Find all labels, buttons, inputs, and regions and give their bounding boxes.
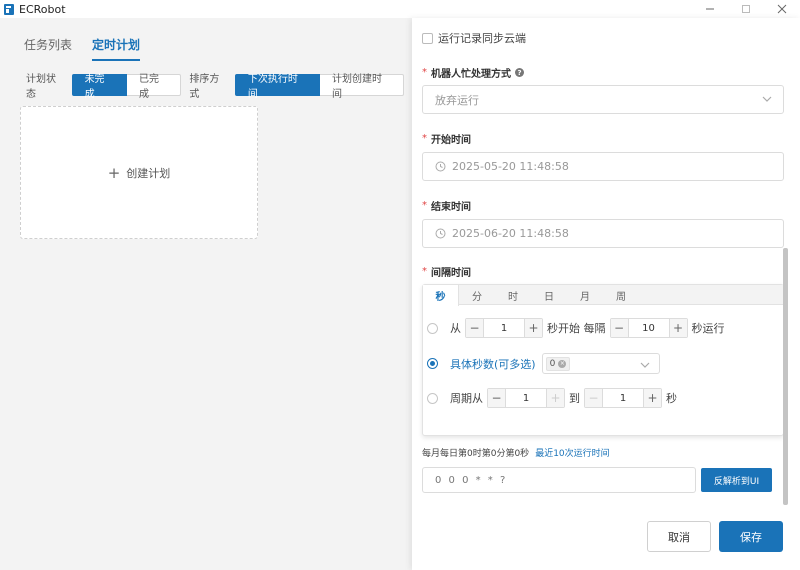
busy-mode-select[interactable]: 放弃运行 — [422, 85, 784, 114]
maximize-icon[interactable] — [728, 0, 764, 18]
plus-icon: + — [107, 163, 121, 182]
minus-icon[interactable]: − — [610, 319, 629, 337]
cycle-radio[interactable] — [427, 392, 438, 404]
tab-minute[interactable]: 分 — [459, 285, 495, 305]
required-mark: * — [422, 67, 427, 78]
cycle-to-value[interactable]: 1 — [603, 389, 643, 407]
app-title: ECRobot — [19, 2, 66, 16]
plus-icon[interactable]: + — [546, 389, 564, 407]
sort-next-run-button[interactable]: 下次执行时间 — [234, 74, 320, 100]
cycle-from-stepper: − 1 + — [487, 388, 565, 408]
minus-icon[interactable]: − — [488, 389, 506, 407]
interval-panel: 秒 分 时 日 月 周 从 − 1 + 秒开始 每隔 − 10 + 秒运行 具体… — [422, 284, 784, 436]
recent-runs-link[interactable]: 最近10次运行时间 — [535, 446, 609, 459]
clock-icon — [435, 161, 446, 172]
create-plan-label: 创建计划 — [126, 166, 171, 180]
tab-task-list[interactable]: 任务列表 — [24, 36, 72, 61]
end-time-label: 结束时间 — [431, 202, 471, 213]
cycle-to-stepper: − 1 + — [584, 388, 662, 408]
title-bar: ECRobot — [0, 0, 800, 18]
tab-second[interactable]: 秒 — [423, 285, 459, 306]
cycle-option: 周期从 − 1 + 到 − 1 + 秒 — [427, 388, 677, 408]
from-mid-label: 秒开始 每隔 — [547, 322, 606, 335]
plus-icon[interactable]: + — [668, 319, 687, 337]
selected-tag: 0 × — [545, 356, 571, 371]
window-controls — [692, 0, 800, 18]
sync-cloud-row[interactable]: 运行记录同步云端 — [422, 30, 526, 46]
start-time-label: 开始时间 — [431, 135, 471, 146]
status-complete-button[interactable]: 已完成 — [126, 74, 182, 100]
required-mark: * — [422, 200, 427, 211]
status-incomplete-button[interactable]: 未完成 — [71, 74, 127, 100]
cycle-from-value[interactable]: 1 — [506, 389, 546, 407]
plan-editor-drawer: 运行记录同步云端 * 机器人忙处理方式 ? 放弃运行 * 开始时间 2025-0… — [412, 18, 800, 570]
from-label: 从 — [450, 322, 461, 335]
busy-mode-label-row: * 机器人忙处理方式 ? — [422, 65, 524, 80]
plus-icon[interactable]: + — [643, 389, 661, 407]
start-time-value: 2025-05-20 11:48:58 — [452, 160, 569, 173]
every-value[interactable]: 10 — [629, 319, 669, 337]
start-time-picker[interactable]: 2025-05-20 11:48:58 — [422, 152, 784, 181]
tab-hour[interactable]: 时 — [495, 285, 531, 305]
specific-seconds-option: 具体秒数(可多选) 0 × — [427, 353, 660, 374]
every-stepper: − 10 + — [609, 318, 688, 338]
busy-mode-value: 放弃运行 — [435, 93, 479, 107]
from-start-stepper: − 1 + — [465, 318, 543, 338]
cycle-from-label: 周期从 — [450, 392, 483, 405]
busy-mode-label: 机器人忙处理方式 — [431, 69, 511, 80]
close-icon[interactable] — [764, 0, 800, 18]
clock-icon — [435, 228, 446, 239]
sync-cloud-checkbox[interactable] — [422, 32, 433, 44]
sort-filter-label: 排序方式 — [189, 74, 220, 100]
tab-month[interactable]: 月 — [567, 285, 603, 305]
cron-expression-input[interactable]: 0 0 0 * * ? — [422, 467, 696, 493]
ecrobot-logo-icon — [4, 3, 14, 15]
filter-bar: 计划状态 未完成 已完成 排序方式 下次执行时间 计划创建时间 — [26, 70, 412, 100]
cycle-to-label: 到 — [569, 392, 580, 405]
minus-icon[interactable]: − — [466, 319, 484, 337]
left-pane: 任务列表 定时计划 计划状态 未完成 已完成 排序方式 下次执行时间 计划创建时… — [0, 18, 412, 570]
scrollbar[interactable] — [783, 248, 788, 505]
from-every-radio[interactable] — [427, 322, 438, 334]
end-time-label-row: * 结束时间 — [422, 198, 471, 213]
sort-created-button[interactable]: 计划创建时间 — [319, 74, 404, 100]
interval-tabs: 秒 分 时 日 月 周 — [423, 285, 783, 306]
required-mark: * — [422, 133, 427, 144]
create-plan-card[interactable]: + 创建计划 — [20, 106, 258, 239]
tab-day[interactable]: 日 — [531, 285, 567, 305]
cron-description: 每月每日第0时第0分第0秒 — [422, 449, 530, 459]
tab-week[interactable]: 周 — [603, 285, 639, 305]
cancel-button[interactable]: 取消 — [647, 521, 711, 552]
required-mark: * — [422, 266, 427, 277]
question-icon[interactable]: ? — [515, 68, 524, 77]
save-button[interactable]: 保存 — [719, 521, 783, 552]
tag-label: 0 — [549, 358, 556, 369]
sync-cloud-label: 运行记录同步云端 — [438, 32, 526, 45]
end-time-value: 2025-06-20 11:48:58 — [452, 227, 569, 240]
from-every-option: 从 − 1 + 秒开始 每隔 − 10 + 秒运行 — [427, 318, 725, 338]
minimize-icon[interactable] — [692, 0, 728, 18]
status-filter: 未完成 已完成 — [71, 74, 182, 100]
every-suffix-label: 秒运行 — [691, 322, 725, 335]
specific-seconds-select[interactable]: 0 × — [541, 353, 660, 374]
specific-seconds-label: 具体秒数(可多选) — [450, 357, 536, 371]
interval-label-row: * 间隔时间 — [422, 264, 471, 279]
cycle-suffix-label: 秒 — [666, 392, 677, 405]
chevron-down-icon — [640, 362, 650, 368]
specific-seconds-radio[interactable] — [427, 358, 438, 369]
minus-icon[interactable]: − — [585, 389, 603, 407]
from-start-value[interactable]: 1 — [484, 319, 524, 337]
parse-to-ui-button[interactable]: 反解析到UI — [701, 468, 772, 492]
chevron-down-icon — [762, 96, 772, 102]
status-filter-label: 计划状态 — [26, 74, 56, 100]
close-icon[interactable]: × — [558, 359, 567, 368]
plus-icon[interactable]: + — [524, 319, 542, 337]
tab-scheduled-plans[interactable]: 定时计划 — [92, 36, 141, 61]
cron-hint-row: 每月每日第0时第0分第0秒 最近10次运行时间 — [422, 446, 610, 459]
interval-label: 间隔时间 — [431, 268, 471, 279]
main-tabs: 任务列表 定时计划 — [24, 36, 141, 61]
start-time-label-row: * 开始时间 — [422, 131, 471, 146]
end-time-picker[interactable]: 2025-06-20 11:48:58 — [422, 219, 784, 248]
sort-filter: 下次执行时间 计划创建时间 — [234, 74, 404, 100]
